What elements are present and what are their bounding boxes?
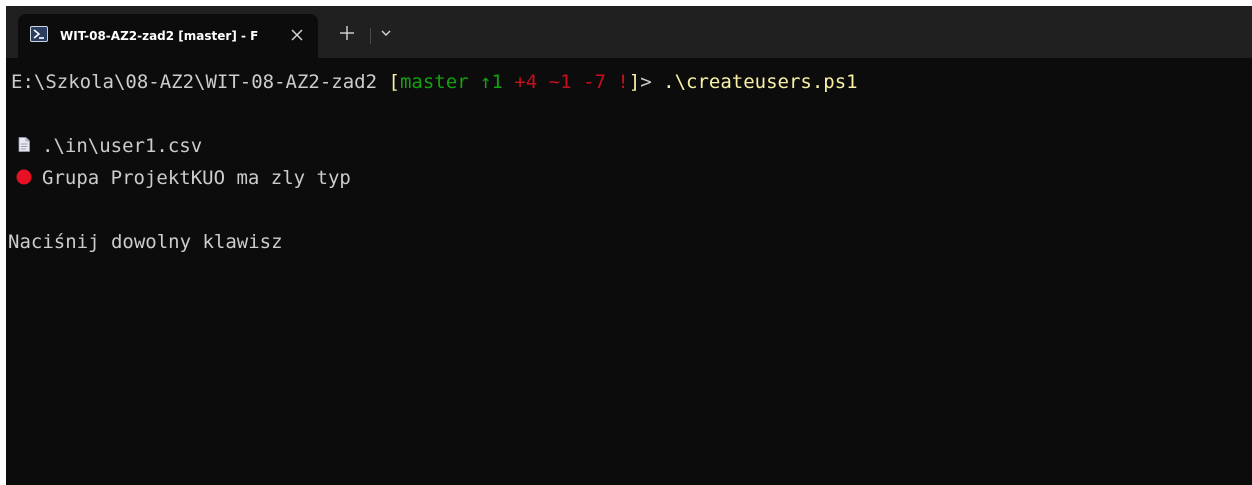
plus-icon[interactable] <box>336 22 358 44</box>
git-bracket-open: [ <box>388 71 400 93</box>
tab-bar: WIT-08-AZ2-zad2 [master] - F <box>6 6 1252 58</box>
powershell-icon <box>30 26 48 42</box>
red-circle-icon <box>16 169 32 184</box>
tab-divider <box>370 28 371 44</box>
prompt-line: E:\Szkola\08-AZ2\WIT-08-AZ2-zad2 [master… <box>11 66 858 98</box>
git-modified: ~1 <box>537 71 572 93</box>
output-file-line: .\in\user1.csv <box>11 130 202 162</box>
prompt-path: E:\Szkola\08-AZ2\WIT-08-AZ2-zad2 <box>11 71 389 93</box>
keypress-prompt: Naciśnij dowolny klawisz <box>8 231 283 253</box>
file-path: .\in\user1.csv <box>42 135 203 157</box>
git-branch: master <box>399 71 469 93</box>
document-icon <box>18 137 30 152</box>
git-bang: ! <box>605 71 629 93</box>
tab-powershell[interactable]: WIT-08-AZ2-zad2 [master] - F <box>18 14 318 58</box>
terminal-output[interactable]: E:\Szkola\08-AZ2\WIT-08-AZ2-zad2 [master… <box>6 58 1252 485</box>
git-deleted: -7 <box>571 71 606 93</box>
tab-title: WIT-08-AZ2-zad2 [master] - F <box>60 29 259 43</box>
git-added: +4 <box>502 71 538 93</box>
git-bracket-close: ] <box>628 71 641 93</box>
output-keypress-line: Naciśnij dowolny klawisz <box>8 226 283 258</box>
prompt-gt: > <box>640 71 664 93</box>
git-ahead: ↑1 <box>468 71 503 93</box>
close-icon[interactable] <box>286 24 308 46</box>
error-message: Grupa ProjektKUO ma zly typ <box>42 167 351 189</box>
chevron-down-icon[interactable] <box>378 25 394 41</box>
terminal-window: WIT-08-AZ2-zad2 [master] - F E:\Szkola\0… <box>6 6 1252 485</box>
command-text: .\createusers.ps1 <box>663 71 858 93</box>
output-error-line: Grupa ProjektKUO ma zly typ <box>11 162 351 194</box>
